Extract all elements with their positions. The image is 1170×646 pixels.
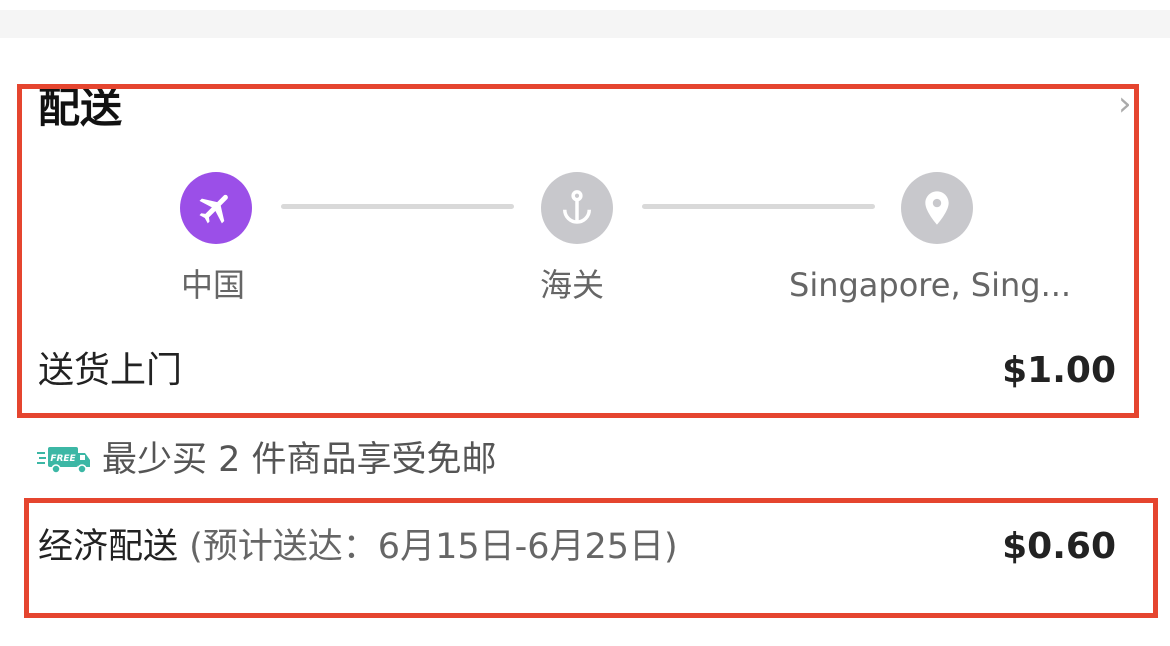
free-shipping-label: 最少买 2 件商品享受免邮 <box>102 440 497 480</box>
highlight-box-home-delivery <box>17 84 1139 418</box>
highlight-box-economy <box>24 498 1158 618</box>
free-shipping-notice: FREE 最少买 2 件商品享受免邮 <box>36 436 497 484</box>
free-badge-text: FREE <box>50 454 76 464</box>
top-divider-band <box>0 10 1170 38</box>
free-shipping-truck-icon: FREE <box>37 447 90 474</box>
